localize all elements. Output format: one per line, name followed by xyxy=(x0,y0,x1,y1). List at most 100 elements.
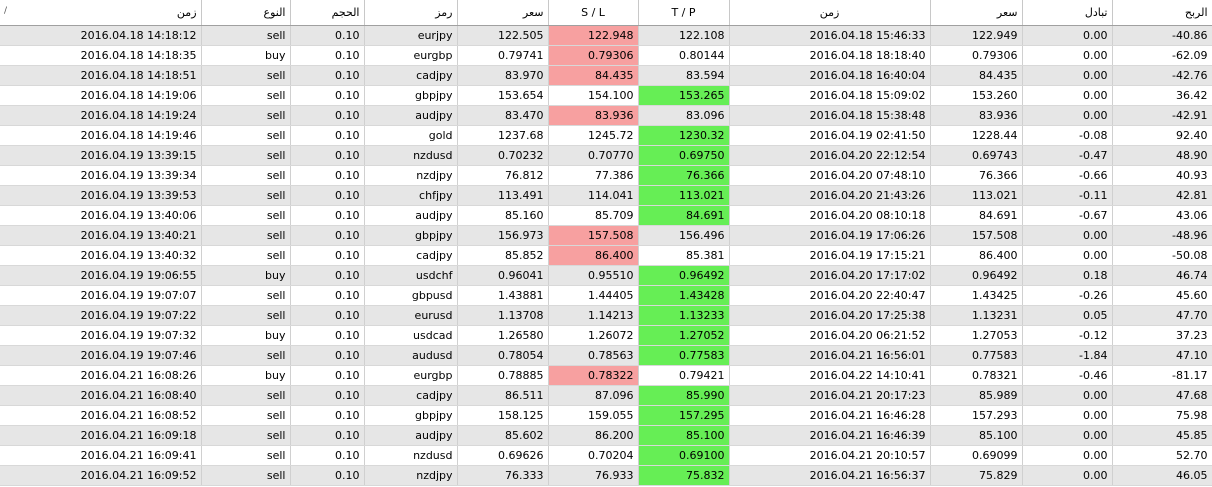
table-row[interactable]: 2016.04.21 16:09:41 sell 0.10 nzdusd 0.69626… xyxy=(0,445,1212,466)
column-header-profit[interactable]: الربح xyxy=(1112,0,1212,26)
open-price-cell: 83.970 xyxy=(457,65,549,86)
tp-cell: 85.100 xyxy=(638,425,730,446)
tp-cell: 113.021 xyxy=(638,185,730,206)
close-price-cell: 157.508 xyxy=(930,225,1023,246)
open-price-cell: 83.470 xyxy=(457,105,549,126)
sl-cell: 114.041 xyxy=(548,185,639,206)
open-price-cell: 0.69626 xyxy=(457,445,549,466)
sl-cell: 0.70204 xyxy=(548,445,639,466)
profit-cell: -42.76 xyxy=(1112,65,1212,86)
column-header-sl[interactable]: S / L xyxy=(548,0,639,26)
table-row[interactable]: 2016.04.18 14:19:46 sell 0.10 gold 1237.68 12… xyxy=(0,125,1212,146)
open-price-cell: 0.78054 xyxy=(457,345,549,366)
table-row[interactable]: 2016.04.19 19:07:22 sell 0.10 eurusd 1.13708… xyxy=(0,305,1212,326)
table-row[interactable]: 2016.04.21 16:08:52 sell 0.10 gbpjpy 158.125… xyxy=(0,405,1212,426)
sl-cell: 84.435 xyxy=(548,65,639,86)
table-row[interactable]: 2016.04.19 13:40:32 sell 0.10 cadjpy 85.852 8… xyxy=(0,245,1212,266)
open-price-cell: 1.26580 xyxy=(457,325,549,346)
volume-cell: 0.10 xyxy=(290,265,365,286)
symbol-cell: usdcad xyxy=(364,325,458,346)
symbol-cell: nzdusd xyxy=(364,445,458,466)
sl-cell: 154.100 xyxy=(548,85,639,106)
table-row[interactable]: 2016.04.18 14:19:24 sell 0.10 audjpy 83.470 8… xyxy=(0,105,1212,126)
tp-cell: 0.69100 xyxy=(638,445,730,466)
close-price-cell: 1.43425 xyxy=(930,285,1023,306)
volume-cell: 0.10 xyxy=(290,465,365,486)
table-row[interactable]: 2016.04.19 19:07:07 sell 0.10 gbpusd 1.43881… xyxy=(0,285,1212,306)
symbol-cell: nzdjpy xyxy=(364,465,458,486)
sl-cell: 0.95510 xyxy=(548,265,639,286)
column-header-open-time[interactable]: / زمن xyxy=(0,0,202,26)
open-price-cell: 86.511 xyxy=(457,385,549,406)
sl-cell: 86.400 xyxy=(548,245,639,266)
symbol-cell: gbpjpy xyxy=(364,405,458,426)
type-cell: sell xyxy=(201,305,291,326)
table-row[interactable]: 2016.04.21 16:09:18 sell 0.10 audjpy 85.602 8… xyxy=(0,425,1212,446)
close-price-cell: 122.949 xyxy=(930,25,1023,46)
volume-cell: 0.10 xyxy=(290,125,365,146)
table-row[interactable]: 2016.04.18 14:18:51 sell 0.10 cadjpy 83.970 8… xyxy=(0,65,1212,86)
open-time-cell: 2016.04.19 19:07:07 xyxy=(0,285,202,306)
column-header-type[interactable]: النوع xyxy=(201,0,291,26)
volume-cell: 0.10 xyxy=(290,365,365,386)
table-row[interactable]: 2016.04.19 13:40:06 sell 0.10 audjpy 85.160 8… xyxy=(0,205,1212,226)
close-time-cell: 2016.04.19 02:41:50 xyxy=(729,125,931,146)
table-row[interactable]: 2016.04.21 16:08:40 sell 0.10 cadjpy 86.511 8… xyxy=(0,385,1212,406)
table-row[interactable]: 2016.04.21 16:09:52 sell 0.10 nzdjpy 76.333 7… xyxy=(0,465,1212,486)
profit-cell: -62.09 xyxy=(1112,45,1212,66)
open-time-cell: 2016.04.18 14:18:35 xyxy=(0,45,202,66)
open-price-cell: 76.333 xyxy=(457,465,549,486)
table-row[interactable]: 2016.04.21 16:08:26 buy 0.10 eurgbp 0.78885 0… xyxy=(0,365,1212,386)
column-header-close-time[interactable]: زمن xyxy=(729,0,931,26)
tp-cell: 153.265 xyxy=(638,85,730,106)
open-price-cell: 153.654 xyxy=(457,85,549,106)
table-row[interactable]: 2016.04.18 14:19:06 sell 0.10 gbpjpy 153.654… xyxy=(0,85,1212,106)
tp-cell: 75.832 xyxy=(638,465,730,486)
column-header-symbol[interactable]: رمز xyxy=(364,0,458,26)
symbol-cell: eurusd xyxy=(364,305,458,326)
open-price-cell: 122.505 xyxy=(457,25,549,46)
table-row[interactable]: 2016.04.19 13:40:21 sell 0.10 gbpjpy 156.973… xyxy=(0,225,1212,246)
swap-cell: -0.66 xyxy=(1022,165,1113,186)
column-header-close-price[interactable]: سعر xyxy=(930,0,1023,26)
profit-cell: 92.40 xyxy=(1112,125,1212,146)
tp-cell: 0.96492 xyxy=(638,265,730,286)
close-time-cell: 2016.04.19 17:15:21 xyxy=(729,245,931,266)
swap-cell: 0.00 xyxy=(1022,245,1113,266)
sl-cell: 87.096 xyxy=(548,385,639,406)
table-row[interactable]: 2016.04.19 19:07:46 sell 0.10 audusd 0.78054… xyxy=(0,345,1212,366)
close-time-cell: 2016.04.21 16:46:39 xyxy=(729,425,931,446)
type-cell: sell xyxy=(201,385,291,406)
open-time-cell: 2016.04.21 16:08:40 xyxy=(0,385,202,406)
column-header-swap[interactable]: تبادل xyxy=(1022,0,1113,26)
volume-cell: 0.10 xyxy=(290,25,365,46)
swap-cell: 0.00 xyxy=(1022,385,1113,406)
column-header-open-price[interactable]: سعر xyxy=(457,0,549,26)
tp-cell: 85.990 xyxy=(638,385,730,406)
volume-cell: 0.10 xyxy=(290,345,365,366)
open-price-cell: 1237.68 xyxy=(457,125,549,146)
sl-cell: 85.709 xyxy=(548,205,639,226)
symbol-cell: gbpusd xyxy=(364,285,458,306)
open-time-cell: 2016.04.21 16:08:52 xyxy=(0,405,202,426)
table-row[interactable]: 2016.04.19 13:39:15 sell 0.10 nzdusd 0.70232… xyxy=(0,145,1212,166)
open-price-cell: 113.491 xyxy=(457,185,549,206)
column-header-tp[interactable]: T / P xyxy=(638,0,730,26)
close-time-cell: 2016.04.21 20:10:57 xyxy=(729,445,931,466)
table-row[interactable]: 2016.04.18 14:18:35 buy 0.10 eurgbp 0.79741 0… xyxy=(0,45,1212,66)
close-time-cell: 2016.04.20 17:17:02 xyxy=(729,265,931,286)
sl-cell: 0.70770 xyxy=(548,145,639,166)
table-row[interactable]: 2016.04.19 19:07:32 buy 0.10 usdcad 1.26580 1… xyxy=(0,325,1212,346)
open-price-cell: 0.79741 xyxy=(457,45,549,66)
volume-cell: 0.10 xyxy=(290,225,365,246)
open-time-cell: 2016.04.18 14:18:12 xyxy=(0,25,202,46)
table-row[interactable]: 2016.04.19 13:39:34 sell 0.10 nzdjpy 76.812 7… xyxy=(0,165,1212,186)
table-row[interactable]: 2016.04.19 13:39:53 sell 0.10 chfjpy 113.491… xyxy=(0,185,1212,206)
open-price-cell: 1.13708 xyxy=(457,305,549,326)
open-price-cell: 0.96041 xyxy=(457,265,549,286)
table-row[interactable]: 2016.04.19 19:06:55 buy 0.10 usdchf 0.96041 0… xyxy=(0,265,1212,286)
table-row[interactable]: 2016.04.18 14:18:12 sell 0.10 eurjpy 122.505… xyxy=(0,25,1212,46)
swap-cell: 0.00 xyxy=(1022,465,1113,486)
sl-cell: 0.79306 xyxy=(548,45,639,66)
column-header-volume[interactable]: الحجم xyxy=(290,0,365,26)
